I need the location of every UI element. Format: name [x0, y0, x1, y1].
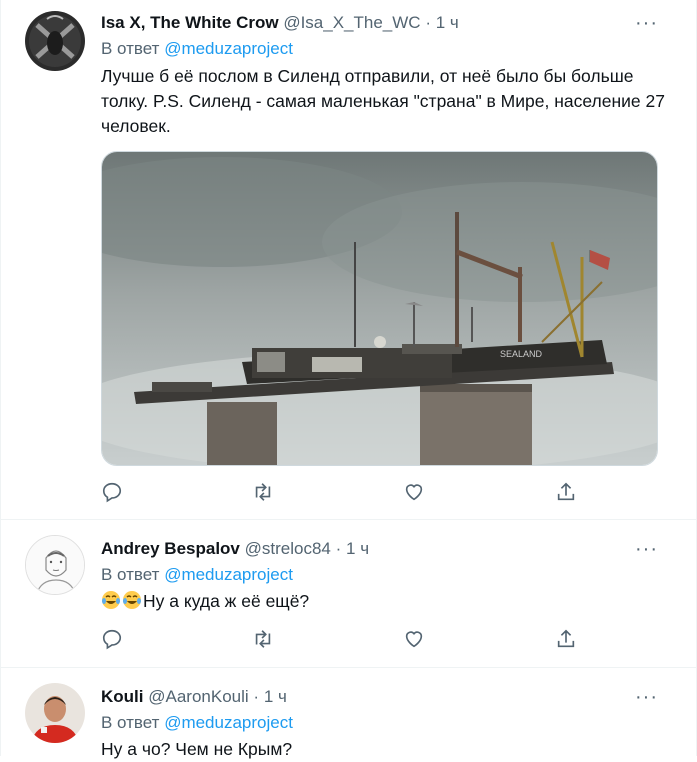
tweet-text-line: Ну а куда ж её ещё?: [101, 589, 676, 614]
retweet-icon[interactable]: [251, 481, 277, 507]
avatar[interactable]: [25, 535, 85, 595]
tweet-header: Isa X, The White Crow @Isa_X_The_WC · 1 …: [101, 12, 666, 34]
reply-icon[interactable]: [101, 628, 127, 654]
tweet[interactable]: Andrey Bespalov @streloc84 · 1 ч ··· В о…: [1, 520, 696, 668]
timestamp[interactable]: 1 ч: [436, 13, 459, 32]
more-icon[interactable]: ···: [635, 13, 658, 33]
like-icon[interactable]: [403, 481, 429, 507]
share-icon[interactable]: [555, 628, 581, 654]
reply-context: В ответ @meduzaproject: [101, 564, 293, 586]
more-icon[interactable]: ···: [635, 539, 658, 559]
tweet-actions: [101, 628, 575, 654]
display-name[interactable]: Kouli: [101, 687, 144, 706]
reply-prefix: В ответ: [101, 39, 160, 58]
reply-mention-link[interactable]: @meduzaproject: [164, 713, 293, 732]
share-icon[interactable]: [555, 481, 581, 507]
tweet-text: Ну а куда ж её ещё?: [143, 591, 310, 611]
timestamp[interactable]: 1 ч: [264, 687, 287, 706]
separator: ·: [425, 13, 431, 32]
display-name[interactable]: Andrey Bespalov: [101, 539, 240, 558]
timestamp[interactable]: 1 ч: [346, 539, 369, 558]
handle[interactable]: @AaronKouli: [148, 687, 248, 706]
separator: ·: [335, 539, 342, 558]
tweet-header: Kouli @AaronKouli · 1 ч: [101, 686, 666, 708]
tweet-text: Ну а чо? Чем не Крым?: [101, 739, 293, 759]
tweet[interactable]: Kouli @AaronKouli · 1 ч ··· В ответ @med…: [1, 668, 696, 759]
tears-of-joy-emoji: [123, 591, 141, 609]
tweet-actions: [101, 481, 575, 507]
tears-of-joy-emoji: [102, 591, 120, 609]
retweet-icon[interactable]: [251, 628, 277, 654]
reply-mention-link[interactable]: @meduzaproject: [164, 39, 293, 58]
more-icon[interactable]: ···: [635, 687, 658, 707]
display-name[interactable]: Isa X, The White Crow: [101, 13, 279, 32]
handle[interactable]: @Isa_X_The_WC: [283, 13, 420, 32]
separator: ·: [253, 687, 260, 706]
tweet[interactable]: Isa X, The White Crow @Isa_X_The_WC · 1 …: [1, 0, 696, 520]
like-icon[interactable]: [403, 628, 429, 654]
avatar[interactable]: [25, 683, 85, 743]
reply-prefix: В ответ: [101, 713, 160, 732]
tweet-feed: Isa X, The White Crow @Isa_X_The_WC · 1 …: [0, 0, 697, 759]
handle[interactable]: @streloc84: [245, 539, 331, 558]
avatar[interactable]: [25, 11, 85, 71]
reply-prefix: В ответ: [101, 565, 160, 584]
tweet-header: Andrey Bespalov @streloc84 · 1 ч: [101, 538, 666, 560]
reply-context: В ответ @meduzaproject: [101, 712, 293, 734]
tweet-text: Лучше б её послом в Силенд отправили, от…: [101, 66, 665, 136]
reply-icon[interactable]: [101, 481, 127, 507]
tweet-photo[interactable]: SEALAND: [101, 151, 658, 466]
sealand-sign: SEALAND: [500, 349, 543, 359]
reply-mention-link[interactable]: @meduzaproject: [164, 565, 293, 584]
reply-context: В ответ @meduzaproject: [101, 38, 293, 60]
